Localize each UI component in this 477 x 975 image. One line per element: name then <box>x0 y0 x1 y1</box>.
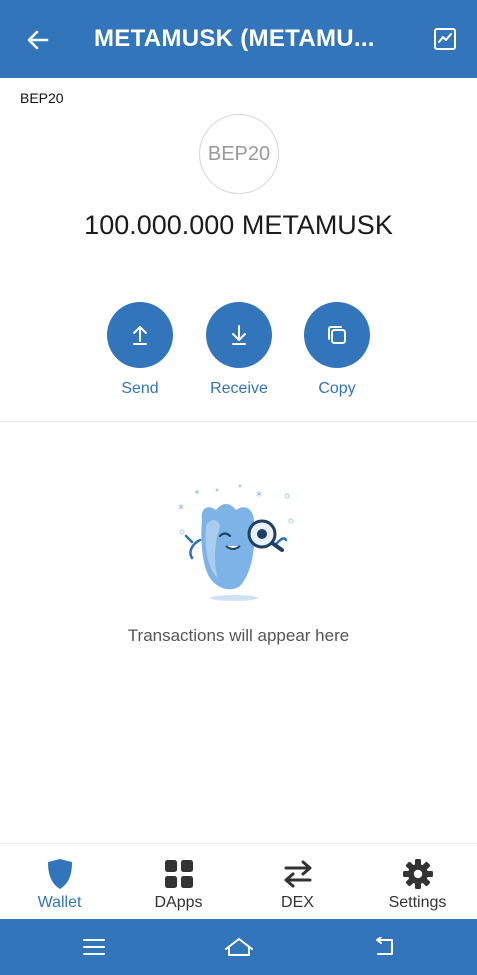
system-nav-bar <box>0 919 477 975</box>
shield-icon <box>47 859 72 889</box>
home-icon <box>225 938 253 956</box>
tab-settings-label: Settings <box>388 894 447 911</box>
chart-line-icon <box>434 28 456 50</box>
arrow-up-icon <box>133 326 147 345</box>
receive-label: Receive <box>210 380 268 397</box>
send-label: Send <box>121 380 159 397</box>
tab-settings[interactable]: Settings <box>358 844 477 920</box>
copy-icon <box>328 326 346 344</box>
tab-dex[interactable]: DEX <box>238 844 357 920</box>
gear-icon <box>402 859 433 889</box>
receive-button[interactable]: Receive <box>194 302 284 398</box>
system-home-button[interactable] <box>223 931 255 963</box>
network-tag: BEP20 <box>20 90 64 106</box>
arrow-down-icon <box>232 325 246 345</box>
mascot-magnifier-icon: * * <box>178 484 294 601</box>
tab-dapps[interactable]: DApps <box>119 844 238 920</box>
section-divider <box>0 421 477 422</box>
swap-arrows-icon <box>284 860 311 888</box>
token-logo: BEP20 <box>199 114 279 194</box>
empty-transactions-text: Transactions will appear here <box>127 626 350 645</box>
system-menu-button[interactable] <box>78 931 110 963</box>
copy-button[interactable]: Copy <box>292 302 382 398</box>
tab-dex-label: DEX <box>281 894 314 911</box>
system-back-button[interactable] <box>368 931 400 963</box>
page-title: METAMUSK (METAMU... <box>94 25 375 52</box>
app-header: METAMUSK (METAMU... <box>0 0 477 78</box>
send-button[interactable]: Send <box>95 302 185 398</box>
token-balance: 100.000.000 METAMUSK <box>84 210 393 240</box>
token-logo-text: BEP20 <box>207 142 271 165</box>
copy-label: Copy <box>318 380 356 397</box>
send-circle[interactable] <box>107 302 173 368</box>
tab-wallet-label: Wallet <box>37 894 82 911</box>
bottom-tab-bar: Wallet DApps DEX Settings <box>0 843 477 919</box>
svg-text:*: * <box>256 489 262 503</box>
tab-wallet[interactable]: Wallet <box>0 844 119 920</box>
grid-icon <box>164 860 193 888</box>
price-chart-button[interactable] <box>430 24 460 54</box>
back-icon <box>376 937 393 955</box>
svg-text:*: * <box>178 502 184 516</box>
receive-circle[interactable] <box>206 302 272 368</box>
copy-circle[interactable] <box>304 302 370 368</box>
menu-icon <box>83 939 105 955</box>
tab-dapps-label: DApps <box>154 894 203 911</box>
arrow-left-icon <box>27 30 49 50</box>
back-button[interactable] <box>20 22 56 58</box>
